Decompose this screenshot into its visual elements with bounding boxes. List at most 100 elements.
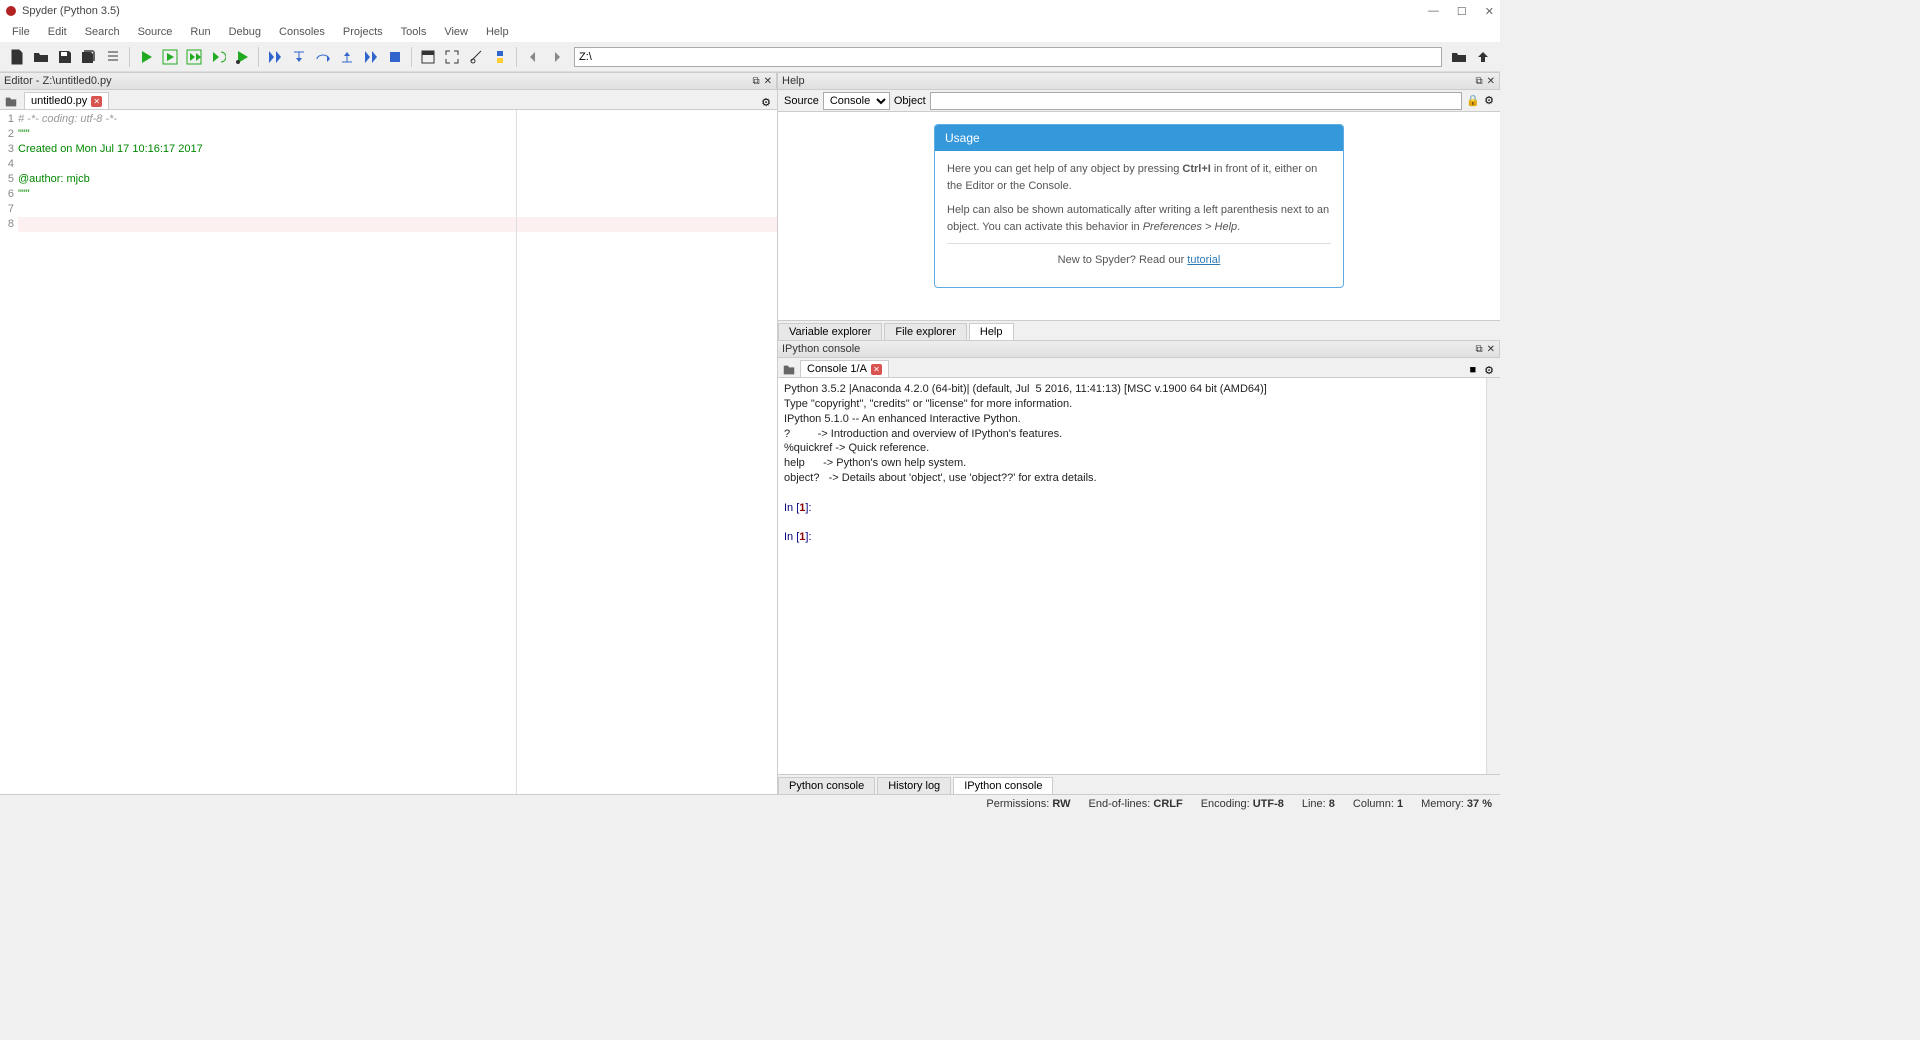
run-cell-icon[interactable] <box>159 46 181 68</box>
menu-search[interactable]: Search <box>77 24 128 40</box>
source-select[interactable]: Console <box>823 92 890 110</box>
menu-file[interactable]: File <box>4 24 38 40</box>
tab-variable-explorer[interactable]: Variable explorer <box>778 323 882 340</box>
close-pane-icon[interactable]: ✕ <box>1487 344 1495 355</box>
stop-icon[interactable] <box>384 46 406 68</box>
browse-dir-icon[interactable] <box>1448 46 1470 68</box>
help-options-icon[interactable]: ⚙ <box>1484 94 1494 107</box>
help-body: Usage Here you can get help of any objec… <box>778 112 1500 320</box>
undock-icon[interactable]: ⧉ <box>752 76 759 87</box>
editor-tabs: untitled0.py ✕ ⚙ <box>0 90 777 110</box>
console-output[interactable]: Python 3.5.2 |Anaconda 4.2.0 (64-bit)| (… <box>778 378 1486 774</box>
console-options-icon[interactable]: ⚙ <box>1484 364 1494 377</box>
run-icon[interactable] <box>135 46 157 68</box>
code-editor[interactable]: 12345678 # -*- coding: utf-8 -*-"""Creat… <box>0 110 777 794</box>
status-bar: Permissions: RW End-of-lines: CRLF Encod… <box>0 794 1500 812</box>
menu-debug[interactable]: Debug <box>221 24 269 40</box>
editor-pane: Editor - Z:\untitled0.py ⧉ ✕ untitled0.p… <box>0 72 778 794</box>
run-selection-icon[interactable] <box>207 46 229 68</box>
back-icon[interactable] <box>522 46 544 68</box>
lock-icon[interactable]: 🔒 <box>1466 94 1480 107</box>
status-encoding: Encoding: UTF-8 <box>1201 798 1284 810</box>
step-out-icon[interactable] <box>336 46 358 68</box>
menu-bar: File Edit Search Source Run Debug Consol… <box>0 22 1500 42</box>
help-pane: Help ⧉ ✕ Source Console Object 🔒 ⚙ Usage… <box>778 72 1500 340</box>
object-label: Object <box>894 95 926 107</box>
minimize-icon[interactable]: — <box>1428 5 1439 18</box>
menu-view[interactable]: View <box>436 24 476 40</box>
tutorial-link[interactable]: tutorial <box>1187 254 1220 266</box>
status-column: Column: 1 <box>1353 798 1403 810</box>
status-line: Line: 8 <box>1302 798 1335 810</box>
editor-tab-label: untitled0.py <box>31 95 87 107</box>
tab-help[interactable]: Help <box>969 323 1014 340</box>
continue-icon[interactable] <box>360 46 382 68</box>
debug-icon[interactable] <box>231 46 253 68</box>
menu-projects[interactable]: Projects <box>335 24 391 40</box>
close-pane-icon[interactable]: ✕ <box>764 76 772 87</box>
maximize-icon[interactable]: ☐ <box>1457 5 1467 18</box>
menu-run[interactable]: Run <box>182 24 218 40</box>
menu-consoles[interactable]: Consoles <box>271 24 333 40</box>
maximize-pane-icon[interactable] <box>417 46 439 68</box>
code-area[interactable]: # -*- coding: utf-8 -*-"""Created on Mon… <box>18 110 777 794</box>
tab-file-explorer[interactable]: File explorer <box>884 323 967 340</box>
browse-consoles-icon[interactable] <box>782 363 796 377</box>
save-icon[interactable] <box>54 46 76 68</box>
step-over-icon[interactable] <box>312 46 334 68</box>
window-title: Spyder (Python 3.5) <box>22 5 120 17</box>
console-scrollbar[interactable] <box>1486 378 1500 774</box>
tab-python-console[interactable]: Python console <box>778 777 875 794</box>
parent-dir-icon[interactable] <box>1472 46 1494 68</box>
menu-tools[interactable]: Tools <box>393 24 435 40</box>
undock-icon[interactable]: ⧉ <box>1475 344 1482 355</box>
status-memory: Memory: 37 % <box>1421 798 1492 810</box>
source-label: Source <box>784 95 819 107</box>
undock-icon[interactable]: ⧉ <box>1475 76 1482 87</box>
editor-pane-title: Editor - Z:\untitled0.py <box>4 75 112 87</box>
preferences-icon[interactable] <box>465 46 487 68</box>
step-current-icon[interactable] <box>264 46 286 68</box>
close-tab-icon[interactable]: ✕ <box>91 96 102 107</box>
usage-p1: Here you can get help of any object by p… <box>947 161 1331 194</box>
working-dir-input[interactable] <box>574 47 1442 67</box>
title-bar: Spyder (Python 3.5) — ☐ ✕ <box>0 0 1500 22</box>
outline-icon[interactable] <box>102 46 124 68</box>
close-console-tab-icon[interactable]: ✕ <box>871 364 882 375</box>
menu-edit[interactable]: Edit <box>40 24 75 40</box>
usage-tutorial: New to Spyder? Read our tutorial <box>947 252 1331 269</box>
step-into-icon[interactable] <box>288 46 310 68</box>
editor-tab-untitled0[interactable]: untitled0.py ✕ <box>24 92 109 109</box>
console-pane-header: IPython console ⧉ ✕ <box>778 340 1500 358</box>
tab-history-log[interactable]: History log <box>877 777 951 794</box>
menu-source[interactable]: Source <box>130 24 181 40</box>
save-all-icon[interactable] <box>78 46 100 68</box>
usage-card: Usage Here you can get help of any objec… <box>934 124 1344 288</box>
console-tabs: Console 1/A ✕ ■ ⚙ <box>778 358 1500 378</box>
editor-pane-header: Editor - Z:\untitled0.py ⧉ ✕ <box>0 72 777 90</box>
close-icon[interactable]: ✕ <box>1485 5 1494 18</box>
console-tab-label: Console 1/A <box>807 363 867 375</box>
close-pane-icon[interactable]: ✕ <box>1487 76 1495 87</box>
forward-icon[interactable] <box>546 46 568 68</box>
run-cell-advance-icon[interactable] <box>183 46 205 68</box>
python-path-icon[interactable] <box>489 46 511 68</box>
editor-options-icon[interactable]: ⚙ <box>761 96 771 109</box>
console-pane-title: IPython console <box>782 343 860 355</box>
new-file-icon[interactable] <box>6 46 28 68</box>
help-tabs: Variable explorer File explorer Help <box>778 320 1500 340</box>
status-eol: End-of-lines: CRLF <box>1089 798 1183 810</box>
line-gutter: 12345678 <box>0 110 18 794</box>
interrupt-icon[interactable]: ■ <box>1469 364 1476 377</box>
fullscreen-icon[interactable] <box>441 46 463 68</box>
open-file-icon[interactable] <box>30 46 52 68</box>
app-icon <box>6 6 16 16</box>
console-bottom-tabs: Python console History log IPython conso… <box>778 774 1500 794</box>
usage-p2: Help can also be shown automatically aft… <box>947 202 1331 235</box>
console-tab-1a[interactable]: Console 1/A ✕ <box>800 360 889 377</box>
object-input[interactable] <box>930 92 1463 110</box>
menu-help[interactable]: Help <box>478 24 517 40</box>
tab-ipython-console[interactable]: IPython console <box>953 777 1053 794</box>
main-toolbar <box>0 42 1500 72</box>
browse-tabs-icon[interactable] <box>4 95 18 109</box>
